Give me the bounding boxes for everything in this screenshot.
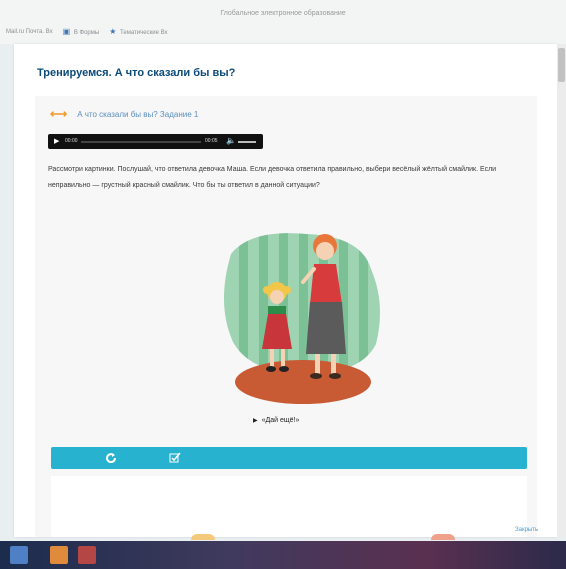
folder-icon[interactable] — [50, 546, 68, 564]
bookmark-forms[interactable]: ▣ В Формы — [63, 27, 100, 36]
check-button[interactable] — [167, 450, 183, 466]
reset-button[interactable] — [103, 450, 119, 466]
checkmark-icon — [169, 452, 181, 463]
audio-progress-track[interactable] — [81, 141, 201, 143]
task-label: А что сказали бы вы? Задание 1 — [77, 109, 199, 119]
browser-topbar: Глобальное электронное образование Mail.… — [0, 0, 566, 44]
task-instructions: Рассмотри картинки. Послушай, что ответи… — [48, 166, 497, 189]
bookmark-forms-label: В Формы — [73, 30, 100, 36]
bookmark-mail-label: Mail.ru Почта. Вх — [6, 28, 53, 35]
task-card: ⟷ А что сказали бы вы? Задание 1 ▶ 00:00… — [35, 96, 537, 540]
explorer-icon[interactable] — [10, 546, 28, 564]
play-phrase-icon: ▶ — [253, 418, 258, 424]
volume-slider[interactable] — [238, 141, 256, 143]
media-icon[interactable] — [78, 546, 96, 564]
bookmark-mail[interactable]: Mail.ru Почта. Вх — [6, 29, 53, 35]
page-scrollbar[interactable] — [557, 44, 566, 537]
bookmark-icon: ★ — [109, 27, 117, 36]
audio-player: ▶ 00:00 00:05 🔈 — [48, 134, 263, 149]
close-button[interactable]: Закрыть — [515, 527, 538, 533]
os-taskbar — [0, 541, 566, 569]
task-header: ⟷ А что сказали бы вы? Задание 1 — [50, 107, 198, 121]
page-title: Тренируемся. А что сказали бы вы? — [37, 67, 236, 79]
audio-current-time: 00:00 — [65, 138, 78, 144]
arrows-icon: ⟷ — [50, 107, 68, 121]
answer-area — [51, 476, 527, 540]
audio-total-time: 00:05 — [205, 138, 218, 144]
illustration-girl-and-woman — [223, 233, 380, 404]
bookmark-thematic-label: Тематические Вх — [120, 30, 168, 36]
page-content: Тренируемся. А что сказали бы вы? ⟷ А чт… — [14, 44, 557, 540]
refresh-icon — [106, 453, 117, 464]
task-toolbar — [51, 447, 527, 469]
play-icon[interactable]: ▶ — [54, 137, 59, 145]
bookmarks-bar: Mail.ru Почта. Вх ▣ В Формы ★ Тематическ… — [6, 27, 168, 36]
happy-smiley-icon[interactable] — [191, 534, 215, 540]
forms-icon: ▣ — [62, 27, 71, 36]
phrase-caption[interactable]: ▶ «Дай ещё!» — [253, 417, 299, 424]
sad-smiley-icon[interactable] — [431, 534, 455, 540]
window-title: Глобальное электронное образование — [220, 10, 346, 17]
scrollbar-thumb[interactable] — [558, 48, 565, 82]
volume-icon[interactable]: 🔈 — [226, 136, 236, 145]
caption-text: «Дай ещё!» — [261, 417, 300, 424]
bookmark-thematic[interactable]: ★ Тематические Вх — [109, 27, 167, 36]
